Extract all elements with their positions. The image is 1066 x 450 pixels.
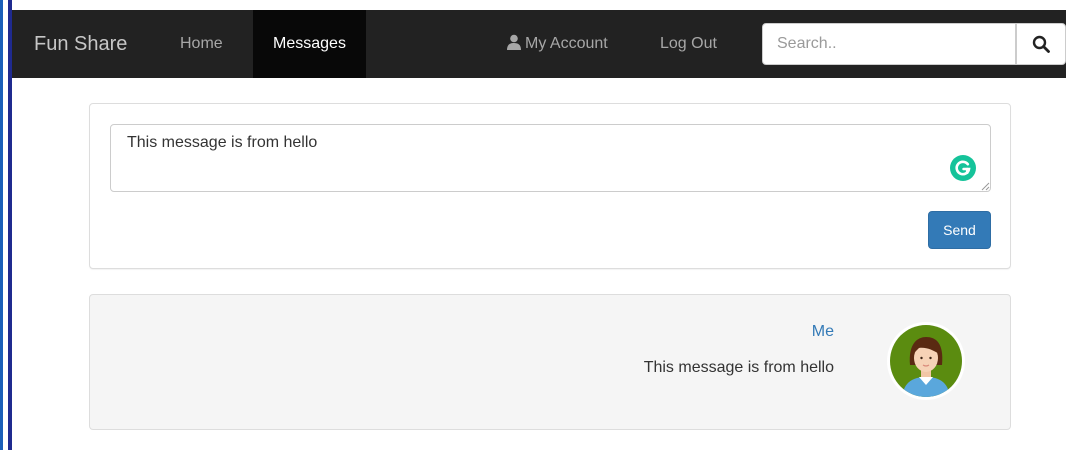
search-icon	[1032, 35, 1050, 53]
resize-grip-icon[interactable]	[980, 181, 990, 191]
message-textarea[interactable]: This message is from hello	[110, 124, 991, 192]
nav-messages-link[interactable]: Messages	[253, 10, 366, 78]
navbar: Fun Share Home Messages My Account Log O…	[12, 10, 1066, 78]
page: Fun Share Home Messages My Account Log O…	[0, 0, 1066, 450]
message-sender[interactable]: Me	[812, 323, 834, 341]
message-text: This message is from hello	[643, 359, 834, 376]
nav-account-label: My Account	[525, 35, 608, 52]
nav-home-link[interactable]: Home	[180, 10, 223, 78]
send-button[interactable]: Send	[928, 211, 991, 249]
brand-logo[interactable]: Fun Share	[34, 10, 127, 78]
search-input[interactable]	[762, 23, 1016, 65]
left-window-edge	[0, 0, 12, 450]
nav-logout-link[interactable]: Log Out	[660, 10, 717, 78]
message-list-item: Me This message is from hello	[89, 294, 1011, 430]
nav-account-link[interactable]: My Account	[506, 10, 608, 78]
user-icon	[507, 34, 521, 50]
avatar	[887, 322, 965, 400]
compose-panel: This message is from hello Send	[89, 103, 1011, 269]
search-button[interactable]	[1016, 23, 1066, 65]
grammarly-icon[interactable]	[950, 155, 976, 181]
